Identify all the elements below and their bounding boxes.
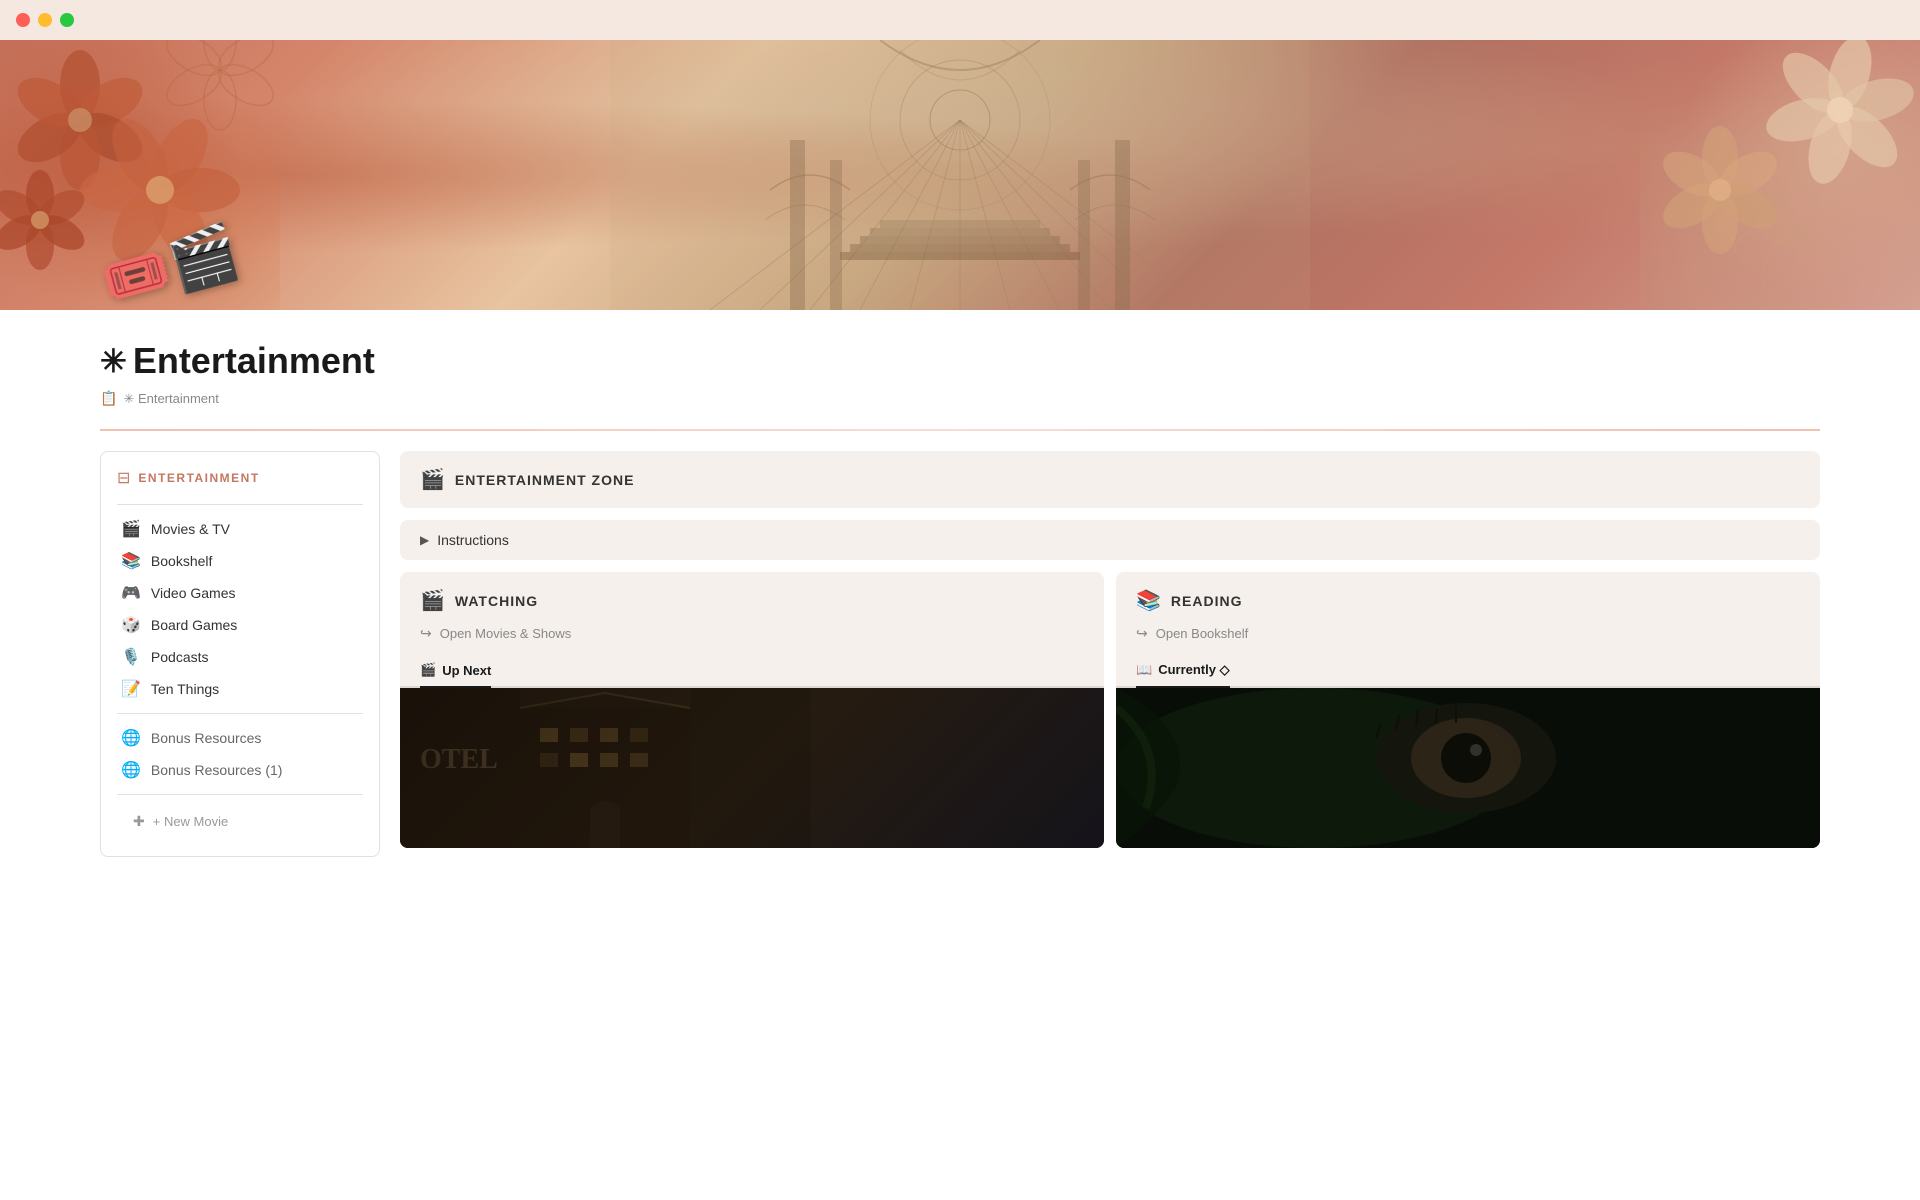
hero-banner: 🎟️🎬 <box>0 40 1920 310</box>
watching-link-text: Open Movies & Shows <box>440 626 572 641</box>
page-divider <box>100 429 1820 431</box>
reading-card: 📚 READING ↪ Open Bookshelf 📖 Currently ◇ <box>1116 572 1820 848</box>
zone-header-title: ENTERTAINMENT ZONE <box>455 472 635 488</box>
sidebar-item-bonus-resources-1[interactable]: 🌐 Bonus Resources (1) <box>117 754 363 786</box>
sidebar-item-bonus-resources-label: Bonus Resources <box>151 730 262 746</box>
bookshelf-icon: 📚 <box>121 551 141 571</box>
sidebar-header: ⊟ ENTERTAINMENT <box>117 468 363 488</box>
sidebar-item-bookshelf[interactable]: 📚 Bookshelf <box>117 545 363 577</box>
sidebar-item-ten-things[interactable]: 📝 Ten Things <box>117 673 363 705</box>
sidebar-item-podcasts-label: Podcasts <box>151 649 209 665</box>
new-movie-label: + New Movie <box>153 814 229 829</box>
watching-tab-row: 🎬 Up Next <box>400 654 1104 688</box>
sidebar-item-board-games[interactable]: 🎲 Board Games <box>117 609 363 641</box>
reading-tab-row: 📖 Currently ◇ <box>1116 654 1820 688</box>
board-games-icon: 🎲 <box>121 615 141 635</box>
reading-card-header: 📚 READING <box>1116 572 1820 625</box>
sidebar-section-divider <box>117 713 363 714</box>
title-star-icon: ✳ <box>100 342 127 380</box>
reading-tab-label: Currently ◇ <box>1158 662 1229 678</box>
sidebar-item-podcasts[interactable]: 🎙️ Podcasts <box>117 641 363 673</box>
reading-link-text: Open Bookshelf <box>1156 626 1249 641</box>
sidebar-item-bookshelf-label: Bookshelf <box>151 553 212 569</box>
watching-open-link[interactable]: ↪ Open Movies & Shows <box>400 625 1104 654</box>
title-bar <box>0 0 1920 40</box>
sidebar-item-movies-tv[interactable]: 🎬 Movies & TV <box>117 513 363 545</box>
sidebar-item-video-games-label: Video Games <box>151 585 236 601</box>
watching-card-header: 🎬 WATCHING <box>400 572 1104 625</box>
new-movie-icon: ✚ <box>133 813 145 830</box>
sidebar-header-icon: ⊟ <box>117 468 130 488</box>
sidebar-item-ten-things-label: Ten Things <box>151 681 219 697</box>
watching-card-image: OTEL <box>400 688 1104 848</box>
watching-card-title: WATCHING <box>455 593 538 609</box>
sidebar-item-board-games-label: Board Games <box>151 617 237 633</box>
hero-theatre-illustration <box>610 40 1310 310</box>
instructions-arrow-icon: ▶ <box>420 533 429 547</box>
watching-tab-up-next[interactable]: 🎬 Up Next <box>420 654 491 686</box>
watching-tab-label: Up Next <box>442 663 491 678</box>
reading-open-link[interactable]: ↪ Open Bookshelf <box>1116 625 1820 654</box>
reading-link-arrow-icon: ↪ <box>1136 625 1148 642</box>
reading-tab-icon: 📖 <box>1136 662 1152 678</box>
sidebar-top-divider <box>117 504 363 505</box>
sidebar-item-bonus-resources-1-label: Bonus Resources (1) <box>151 762 283 778</box>
movies-tv-icon: 🎬 <box>121 519 141 539</box>
watching-card-icon: 🎬 <box>420 588 445 613</box>
reading-card-image <box>1116 688 1820 848</box>
page-content: ✳ Entertainment 📋 ✳ Entertainment ⊟ ENTE… <box>0 310 1920 857</box>
watching-tab-icon: 🎬 <box>420 662 436 678</box>
reading-card-title: READING <box>1171 593 1243 609</box>
cards-row: 🎬 WATCHING ↪ Open Movies & Shows 🎬 Up Ne… <box>400 572 1820 848</box>
reading-tab-currently[interactable]: 📖 Currently ◇ <box>1136 654 1230 686</box>
title-text: Entertainment <box>133 340 375 382</box>
page-title-area: ✳ Entertainment 📋 ✳ Entertainment <box>100 310 1820 417</box>
page-title: ✳ Entertainment <box>100 340 1820 382</box>
main-panel: 🎬 ENTERTAINMENT ZONE ▶ Instructions 🎬 WA… <box>400 451 1820 848</box>
traffic-light-yellow[interactable] <box>38 13 52 27</box>
watching-link-arrow-icon: ↪ <box>420 625 432 642</box>
reading-card-icon: 📚 <box>1136 588 1161 613</box>
ten-things-icon: 📝 <box>121 679 141 699</box>
instructions-text: Instructions <box>437 532 509 548</box>
breadcrumb-text: ✳ Entertainment <box>123 391 218 407</box>
sidebar-title: ENTERTAINMENT <box>138 471 259 485</box>
breadcrumb-icon: 📋 <box>100 390 117 407</box>
traffic-light-green[interactable] <box>60 13 74 27</box>
instructions-row[interactable]: ▶ Instructions <box>400 520 1820 560</box>
watching-card: 🎬 WATCHING ↪ Open Movies & Shows 🎬 Up Ne… <box>400 572 1104 848</box>
sidebar-bottom-divider <box>117 794 363 795</box>
zone-header-icon: 🎬 <box>420 467 445 492</box>
hero-floral-right <box>1640 40 1920 310</box>
main-layout: ⊟ ENTERTAINMENT 🎬 Movies & TV 📚 Bookshel… <box>100 451 1820 857</box>
zone-header: 🎬 ENTERTAINMENT ZONE <box>400 451 1820 508</box>
video-games-icon: 🎮 <box>121 583 141 603</box>
sidebar-item-video-games[interactable]: 🎮 Video Games <box>117 577 363 609</box>
sidebar: ⊟ ENTERTAINMENT 🎬 Movies & TV 📚 Bookshel… <box>100 451 380 857</box>
new-movie-button[interactable]: ✚ + New Movie <box>117 803 363 840</box>
podcasts-icon: 🎙️ <box>121 647 141 667</box>
traffic-light-red[interactable] <box>16 13 30 27</box>
sidebar-item-bonus-resources[interactable]: 🌐 Bonus Resources <box>117 722 363 754</box>
bonus-resources-icon: 🌐 <box>121 728 141 748</box>
breadcrumb: 📋 ✳ Entertainment <box>100 390 1820 407</box>
bonus-resources-1-icon: 🌐 <box>121 760 141 780</box>
sidebar-item-movies-tv-label: Movies & TV <box>151 521 230 537</box>
svg-text:OTEL: OTEL <box>420 744 498 775</box>
